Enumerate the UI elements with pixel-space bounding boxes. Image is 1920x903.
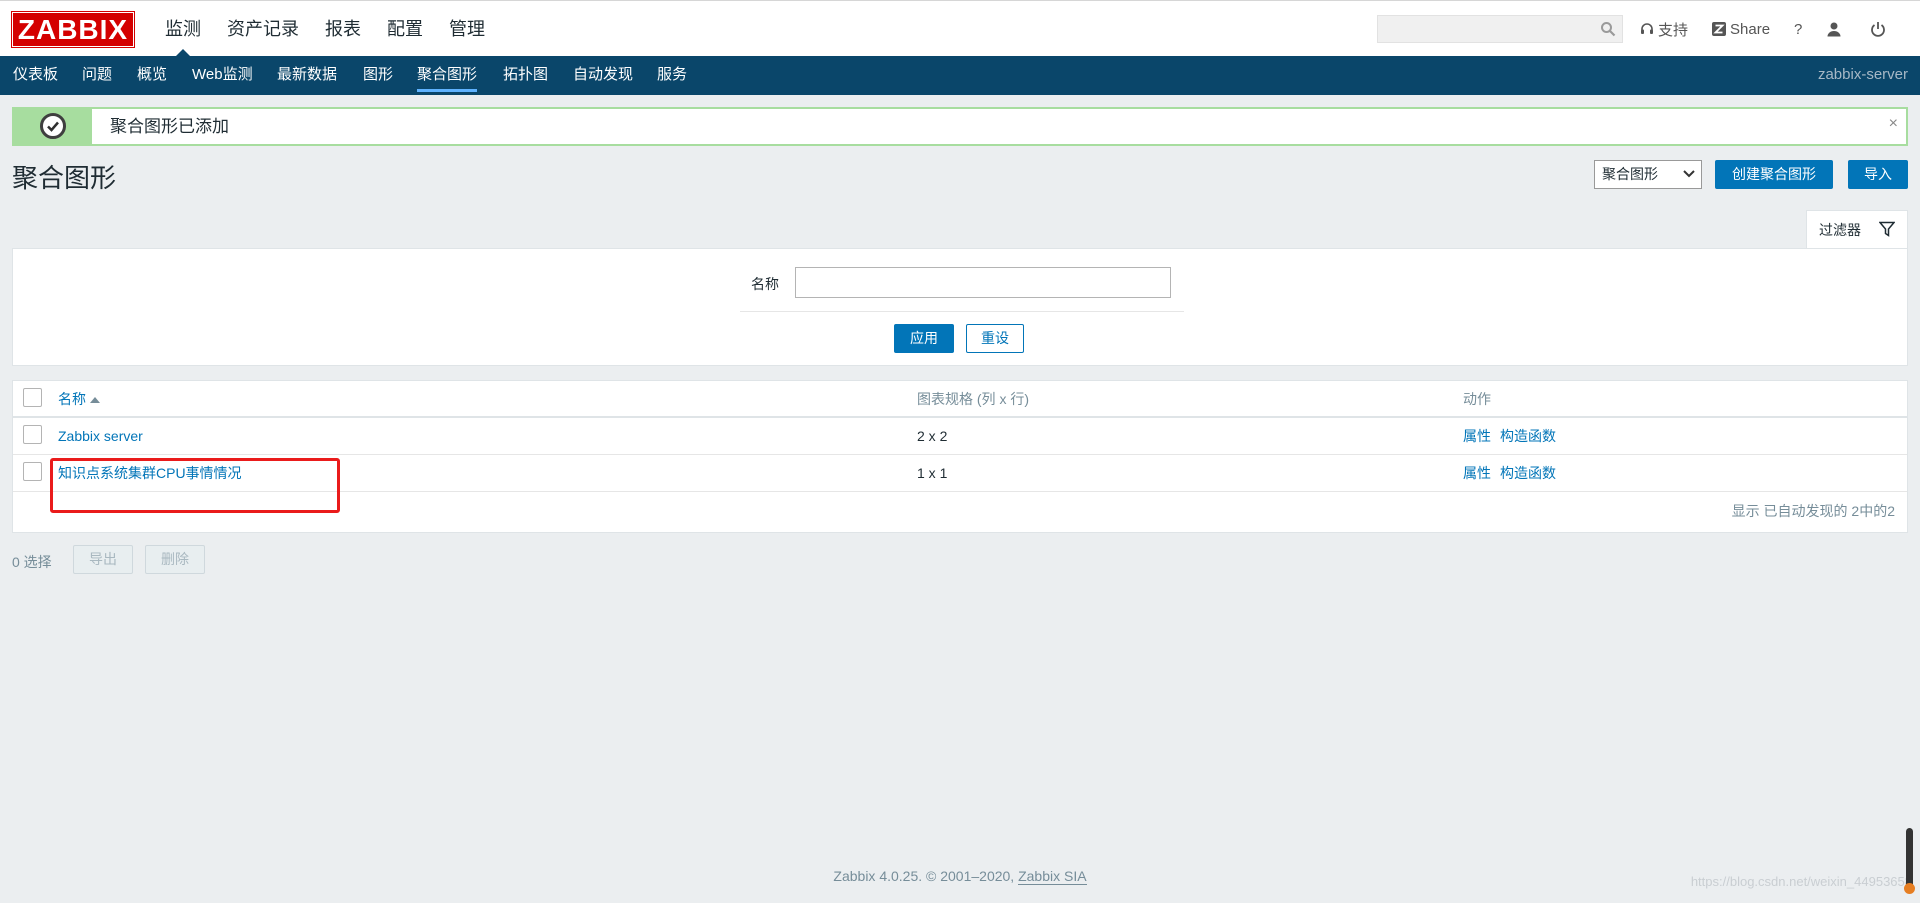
main-menu: 监测 资产记录 报表 配置 管理	[155, 1, 501, 57]
help-link[interactable]: ?	[1794, 21, 1802, 38]
message-text: 聚合图形已添加	[110, 117, 229, 136]
chevron-down-icon	[1683, 170, 1695, 178]
filter-name-input[interactable]	[795, 267, 1171, 298]
sort-asc-icon	[90, 397, 100, 404]
subnav-screens[interactable]: 聚合图形	[417, 56, 478, 94]
sub-navigation: 仪表板 问题 概览 Web监测 最新数据 图形 聚合图形 拓扑图 自动发现 服务…	[0, 56, 1920, 95]
menu-monitoring[interactable]: 监测	[155, 1, 211, 57]
logout-link[interactable]	[1870, 21, 1890, 37]
import-button[interactable]: 导入	[1848, 160, 1908, 189]
support-link[interactable]: 支持	[1640, 19, 1688, 40]
apply-button[interactable]: 应用	[894, 324, 954, 353]
close-icon[interactable]: ×	[1889, 109, 1898, 139]
filter-icon	[1879, 221, 1895, 237]
screen-size: 1 x 1	[917, 465, 948, 481]
search-input[interactable]	[1377, 15, 1623, 43]
filter-divider	[740, 311, 1184, 312]
search-icon[interactable]	[1600, 21, 1616, 37]
constructor-link[interactable]: 构造函数	[1500, 455, 1556, 492]
footer-text: Zabbix 4.0.25. © 2001–2020,	[833, 868, 1019, 884]
annotation-highlight-box	[50, 458, 340, 513]
power-icon	[1871, 22, 1886, 37]
row-checkbox[interactable]	[23, 425, 42, 444]
subnav-latest-data[interactable]: 最新数据	[277, 56, 337, 94]
delete-button[interactable]: 删除	[145, 545, 205, 574]
row-checkbox[interactable]	[23, 462, 42, 481]
message-badge	[14, 109, 92, 144]
column-name-label: 名称	[58, 391, 86, 407]
menu-reports[interactable]: 报表	[315, 1, 371, 57]
subnav-graphs[interactable]: 图形	[363, 56, 393, 94]
constructor-link[interactable]: 构造函数	[1500, 418, 1556, 455]
watermark: https://blog.csdn.net/weixin_44953658	[1690, 874, 1912, 889]
subnav-services[interactable]: 服务	[657, 56, 687, 94]
footer-company-link[interactable]: Zabbix SIA	[1018, 868, 1087, 885]
column-size-header: 图表规格 (列 x 行)	[917, 391, 1029, 407]
help-icon: ?	[1794, 20, 1803, 38]
table-row: Zabbix server 2 x 2 属性 构造函数	[13, 418, 1907, 455]
support-label: 支持	[1658, 21, 1689, 39]
page-title: 聚合图形	[12, 163, 117, 193]
share-link[interactable]: Share	[1712, 21, 1770, 38]
subnav-web[interactable]: Web监测	[192, 56, 253, 94]
menu-configuration[interactable]: 配置	[377, 1, 433, 57]
filter-tab-label: 过滤器	[1819, 222, 1861, 238]
check-icon	[40, 113, 66, 139]
properties-link[interactable]: 属性	[1463, 455, 1491, 492]
screen-size: 2 x 2	[917, 428, 948, 444]
column-name-header[interactable]: 名称	[58, 381, 100, 418]
table-header: 名称 图表规格 (列 x 行) 动作	[13, 381, 1907, 418]
subnav-maps[interactable]: 拓扑图	[503, 56, 548, 94]
create-screen-button[interactable]: 创建聚合图形	[1715, 160, 1833, 189]
success-message: 聚合图形已添加 ×	[12, 107, 1908, 146]
top-header: ZABBIX 监测 资产记录 报表 配置 管理 支持 Share ?	[0, 0, 1920, 57]
subnav-problems[interactable]: 问题	[82, 56, 112, 94]
view-select[interactable]: 聚合图形	[1594, 160, 1702, 189]
export-button[interactable]: 导出	[73, 545, 133, 574]
properties-link[interactable]: 属性	[1463, 418, 1491, 455]
display-count: 显示 已自动发现的 2中的2	[1731, 503, 1895, 519]
view-select-value: 聚合图形	[1602, 166, 1658, 182]
share-z-icon	[1712, 22, 1727, 36]
top-links: 支持 Share ?	[1640, 1, 1914, 57]
subnav-overview[interactable]: 概览	[137, 56, 167, 94]
subnav-discovery[interactable]: 自动发现	[573, 56, 633, 94]
filter-name-label: 名称	[751, 276, 779, 292]
share-label: Share	[1730, 20, 1771, 38]
reset-button[interactable]: 重设	[966, 324, 1024, 353]
filter-panel: 名称 应用 重设	[12, 248, 1908, 366]
menu-inventory[interactable]: 资产记录	[217, 1, 309, 57]
server-name: zabbix-server	[1817, 66, 1908, 83]
profile-link[interactable]	[1826, 21, 1846, 37]
select-all-checkbox[interactable]	[23, 388, 42, 407]
scroll-indicator[interactable]	[1904, 828, 1915, 894]
headset-icon	[1641, 23, 1653, 34]
user-icon	[1827, 22, 1841, 37]
selected-count: 0 选择	[12, 554, 52, 570]
column-actions-header: 动作	[1463, 391, 1491, 407]
filter-tab[interactable]: 过滤器	[1806, 210, 1908, 248]
screen-name-link[interactable]: Zabbix server	[58, 418, 143, 455]
subnav-dashboard[interactable]: 仪表板	[13, 56, 58, 94]
footer: Zabbix 4.0.25. © 2001–2020, Zabbix SIA	[0, 868, 1920, 885]
menu-administration[interactable]: 管理	[439, 1, 495, 57]
zabbix-logo[interactable]: ZABBIX	[12, 12, 134, 47]
